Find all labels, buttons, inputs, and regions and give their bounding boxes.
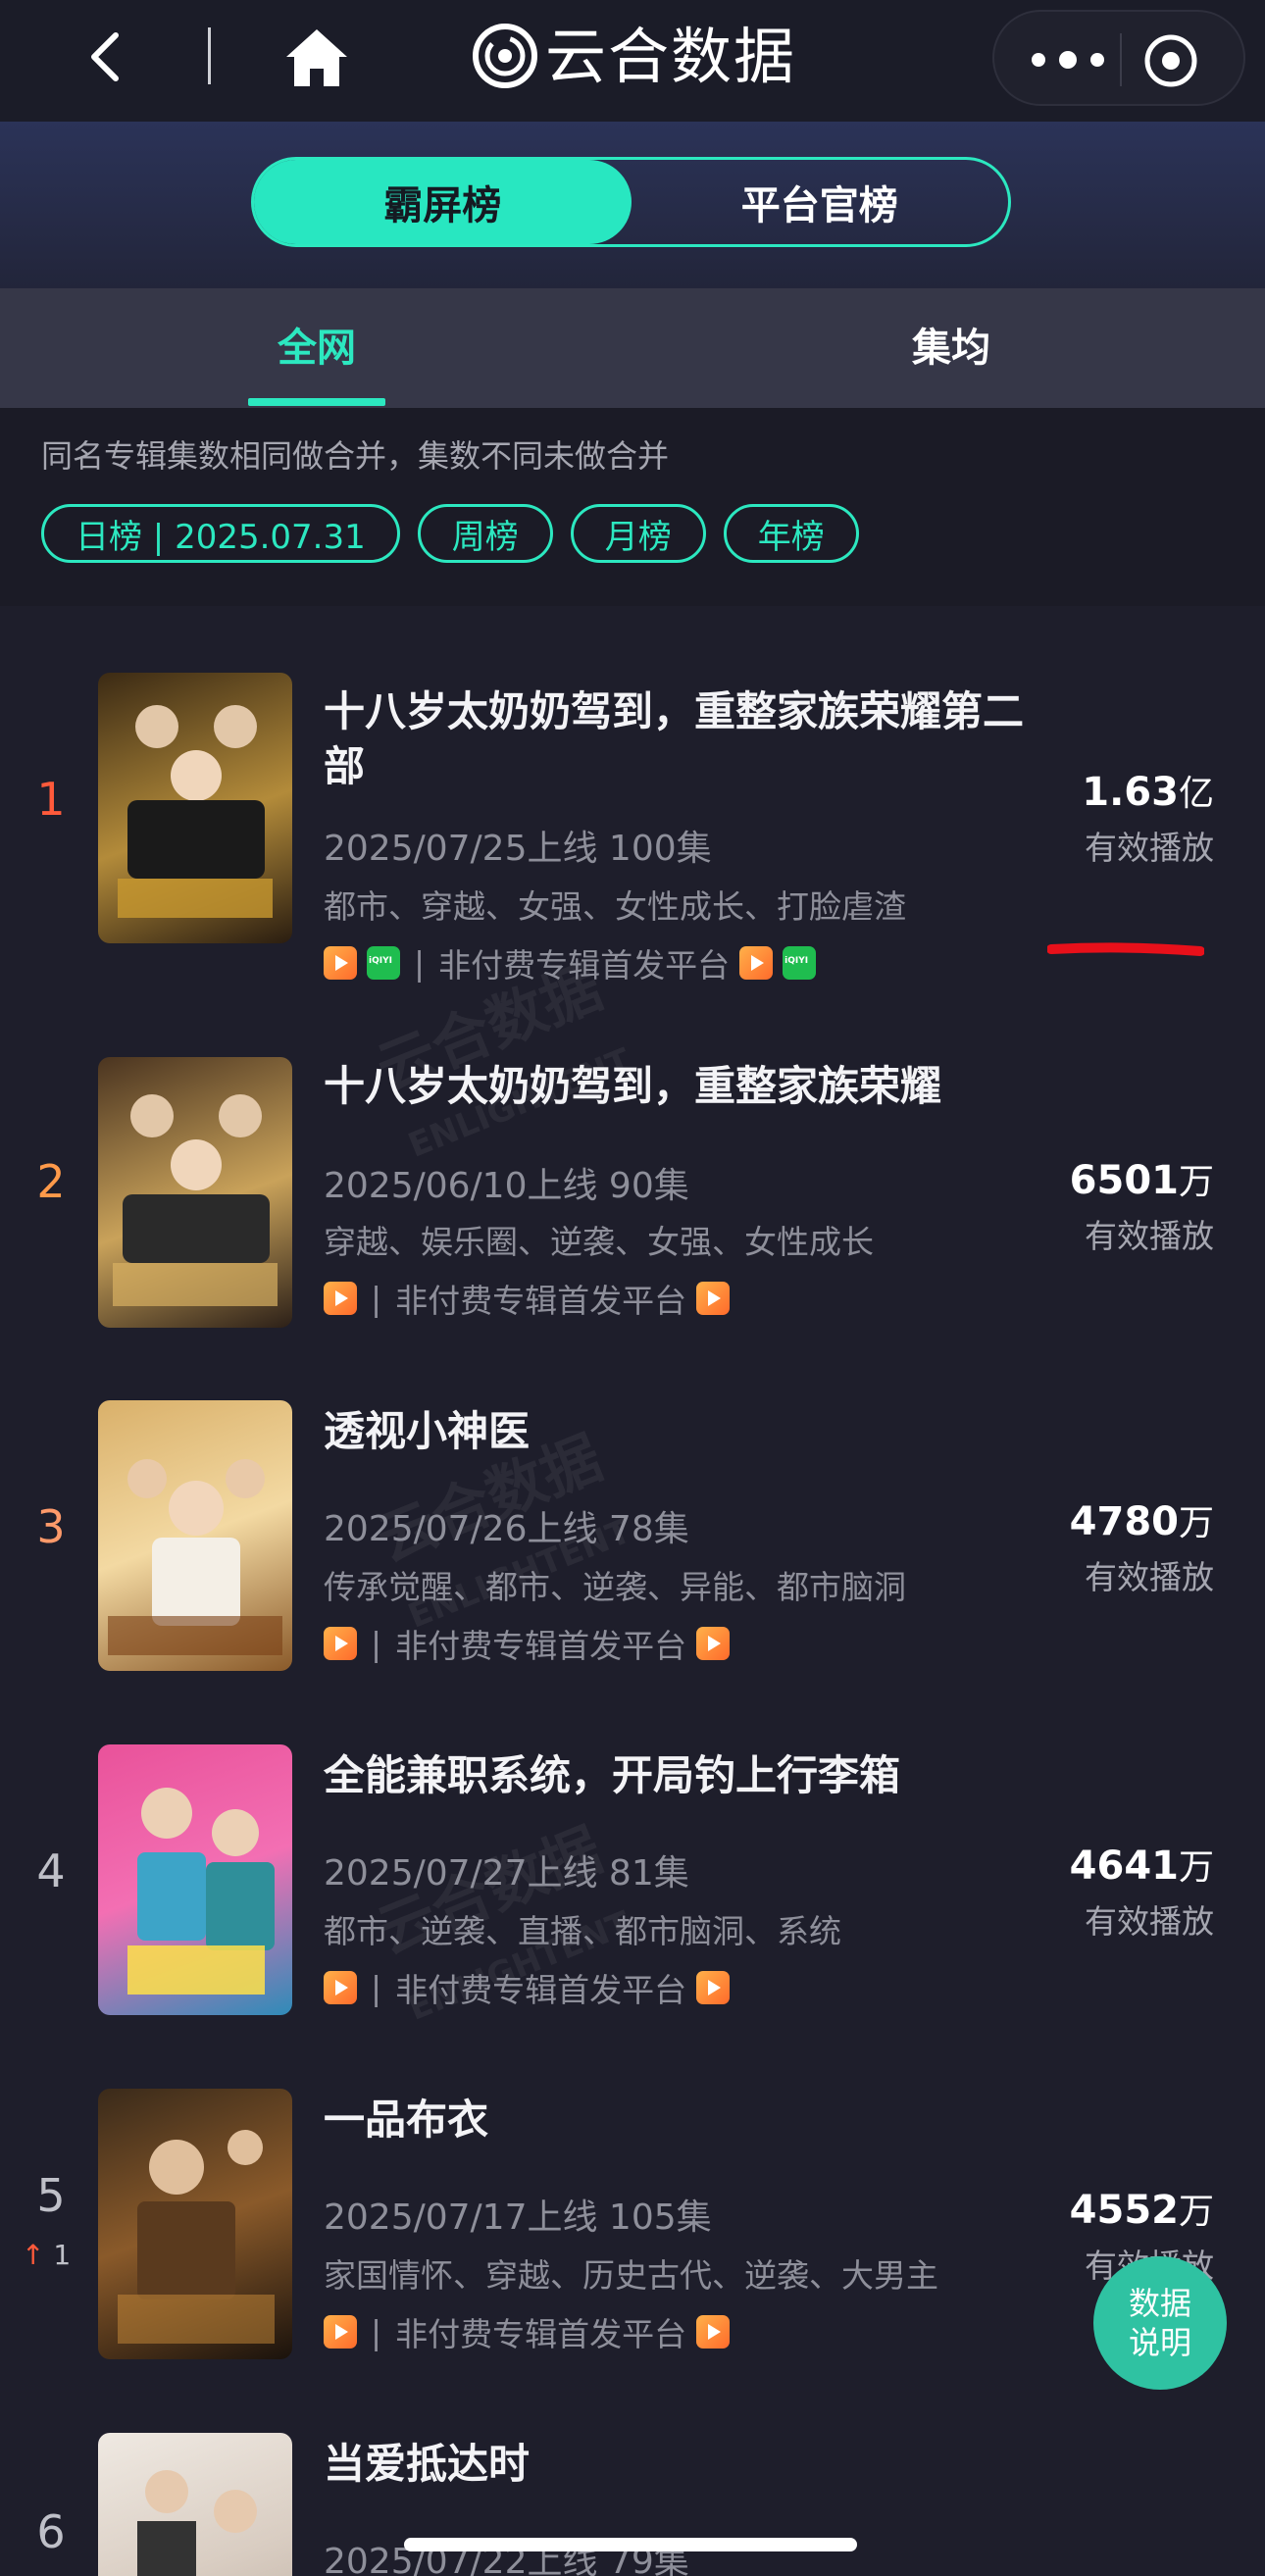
play-count-label: 有效播放 [1085, 1902, 1214, 1941]
release-info: 2025/07/27上线 81集 [324, 1853, 689, 1894]
tab-bapingbang[interactable]: 霸屏榜 [254, 160, 632, 244]
release-info: 2025/07/26上线 78集 [324, 1509, 689, 1549]
hero-area: 霸屏榜 平台官榜 [0, 122, 1265, 288]
back-icon[interactable] [78, 27, 137, 86]
tab-all-network[interactable]: 全网 [248, 316, 385, 373]
tab-platform-official[interactable]: 平台官榜 [632, 160, 1009, 244]
brand-logo-icon [473, 24, 537, 88]
play-count: 4780万 有效播放 [1069, 1499, 1214, 1596]
rank-number: 3 [36, 1500, 66, 1553]
nav-bar: 云合数据 [0, 0, 1265, 122]
red-underline-mark [1047, 942, 1204, 956]
rank-number: 1 [36, 773, 66, 826]
genre-tags: 家国情怀、穿越、历史古代、逆袭、大男主 [324, 2256, 938, 2295]
tab-per-episode[interactable]: 集均 [883, 316, 1020, 373]
genre-tags: 传承觉醒、都市、逆袭、异能、都市脑洞 [324, 1568, 906, 1606]
list-item[interactable]: 3 透视小神医 2025/07/26上线 78集 传承觉醒、都市、逆袭、异能、都… [0, 1385, 1265, 1728]
platform-note: 非付费专辑首发平台 [395, 1971, 687, 2009]
sub-tabs: 全网 集均 [0, 288, 1265, 408]
home-indicator [404, 2538, 857, 2551]
rank-number: 6 [36, 2505, 66, 2558]
merge-note: 同名专辑集数相同做合并，集数不同未做合并 [41, 437, 670, 475]
chip-yearly[interactable]: 年榜 [723, 504, 859, 563]
youku-icon [696, 1627, 731, 1660]
play-count-label: 有效播放 [1085, 1217, 1214, 1255]
platform-row: | 非付费专辑首发平台 [324, 1275, 731, 1322]
app-title: 云合数据 [545, 21, 797, 92]
rank-number: 4 [36, 1844, 66, 1897]
genre-tags: 穿越、娱乐圈、逆袭、女强、女性成长 [324, 1223, 874, 1261]
iqiyi-icon [783, 946, 817, 980]
mini-program-capsule [992, 10, 1245, 106]
play-count: 6501万 有效播放 [1069, 1158, 1214, 1255]
iqiyi-icon [367, 946, 400, 980]
active-tab-underline [248, 398, 385, 406]
drama-title[interactable]: 全能兼职系统，开局钓上行李箱 [324, 1748, 1039, 1803]
youku-icon [739, 946, 774, 980]
chip-weekly[interactable]: 周榜 [417, 504, 553, 563]
platform-note: 非付费专辑首发平台 [395, 1627, 687, 1665]
drama-title[interactable]: 十八岁太奶奶驾到，重整家族荣耀 [324, 1059, 1039, 1114]
home-icon[interactable] [282, 25, 351, 90]
rank-type-switch: 霸屏榜 平台官榜 [251, 157, 1011, 247]
drama-title[interactable]: 十八岁太奶奶驾到，重整家族荣耀第二部 [324, 684, 1039, 794]
platform-row: | 非付费专辑首发平台 [324, 1620, 731, 1667]
drama-title[interactable]: 一品布衣 [324, 2093, 1039, 2147]
rank-number: 5 [36, 2169, 66, 2222]
drama-title[interactable]: 透视小神医 [324, 1404, 1039, 1459]
youku-icon [324, 1971, 357, 2004]
youku-icon [324, 1627, 357, 1660]
arrow-up-icon: ↑ [22, 2239, 45, 2271]
youku-icon [324, 2315, 357, 2349]
chip-monthly[interactable]: 月榜 [570, 504, 706, 563]
poster-image[interactable] [98, 2089, 292, 2359]
list-item[interactable]: 2 十八岁太奶奶驾到，重整家族荣耀 2025/06/10上线 90集 穿越、娱乐… [0, 1039, 1265, 1383]
rank-change-up: ↑ 1 [22, 2239, 72, 2271]
release-info: 2025/07/25上线 100集 [324, 829, 712, 869]
youku-icon [696, 1971, 731, 2004]
list-item[interactable]: 6 当爱抵达时 2025/07/22上线 79集 [0, 2417, 1265, 2576]
play-count: 1.63亿 有效播放 [1082, 770, 1214, 867]
youku-icon [696, 1282, 731, 1315]
platform-note: 非付费专辑首发平台 [395, 2315, 687, 2353]
platform-row: | 非付费专辑首发平台 [324, 2308, 731, 2355]
more-icon[interactable] [1024, 35, 1112, 84]
poster-image[interactable] [98, 673, 292, 943]
platform-row: | 非付费专辑首发平台 [324, 1964, 731, 2011]
poster-image[interactable] [98, 1057, 292, 1328]
rank-number: 2 [36, 1155, 66, 1208]
close-miniprogram-icon[interactable] [1141, 31, 1200, 90]
nav-separator [208, 27, 211, 84]
period-chips: 日榜 | 2025.07.31 周榜 月榜 年榜 [41, 504, 859, 563]
youku-icon [696, 2315, 731, 2349]
capsule-divider [1120, 33, 1122, 86]
play-count: 4641万 有效播放 [1069, 1844, 1214, 1941]
drama-title[interactable]: 当爱抵达时 [324, 2437, 1039, 2492]
play-count-label: 有效播放 [1085, 1558, 1214, 1596]
poster-image[interactable] [98, 1744, 292, 2015]
poster-image[interactable] [98, 2433, 292, 2576]
genre-tags: 都市、穿越、女强、女性成长、打脸虐渣 [324, 887, 906, 926]
platform-row: | 非付费专辑首发平台 [324, 939, 817, 986]
chip-daily[interactable]: 日榜 | 2025.07.31 [41, 504, 400, 563]
release-info: 2025/07/17上线 105集 [324, 2197, 712, 2238]
data-help-button[interactable]: 数据 说明 [1093, 2256, 1227, 2390]
list-item[interactable]: 5 一品布衣 2025/07/17上线 105集 家国情怀、穿越、历史古代、逆袭… [0, 2073, 1265, 2416]
platform-note: 非付费专辑首发平台 [438, 946, 731, 985]
poster-image[interactable] [98, 1400, 292, 1671]
play-count-label: 有效播放 [1085, 829, 1214, 867]
youku-icon [324, 946, 357, 980]
release-info: 2025/06/10上线 90集 [324, 1166, 689, 1206]
list-item[interactable]: 4 全能兼职系统，开局钓上行李箱 2025/07/27上线 81集 都市、逆袭、… [0, 1729, 1265, 2072]
youku-icon [324, 1282, 357, 1315]
platform-note: 非付费专辑首发平台 [395, 1282, 687, 1320]
genre-tags: 都市、逆袭、直播、都市脑洞、系统 [324, 1912, 841, 1950]
